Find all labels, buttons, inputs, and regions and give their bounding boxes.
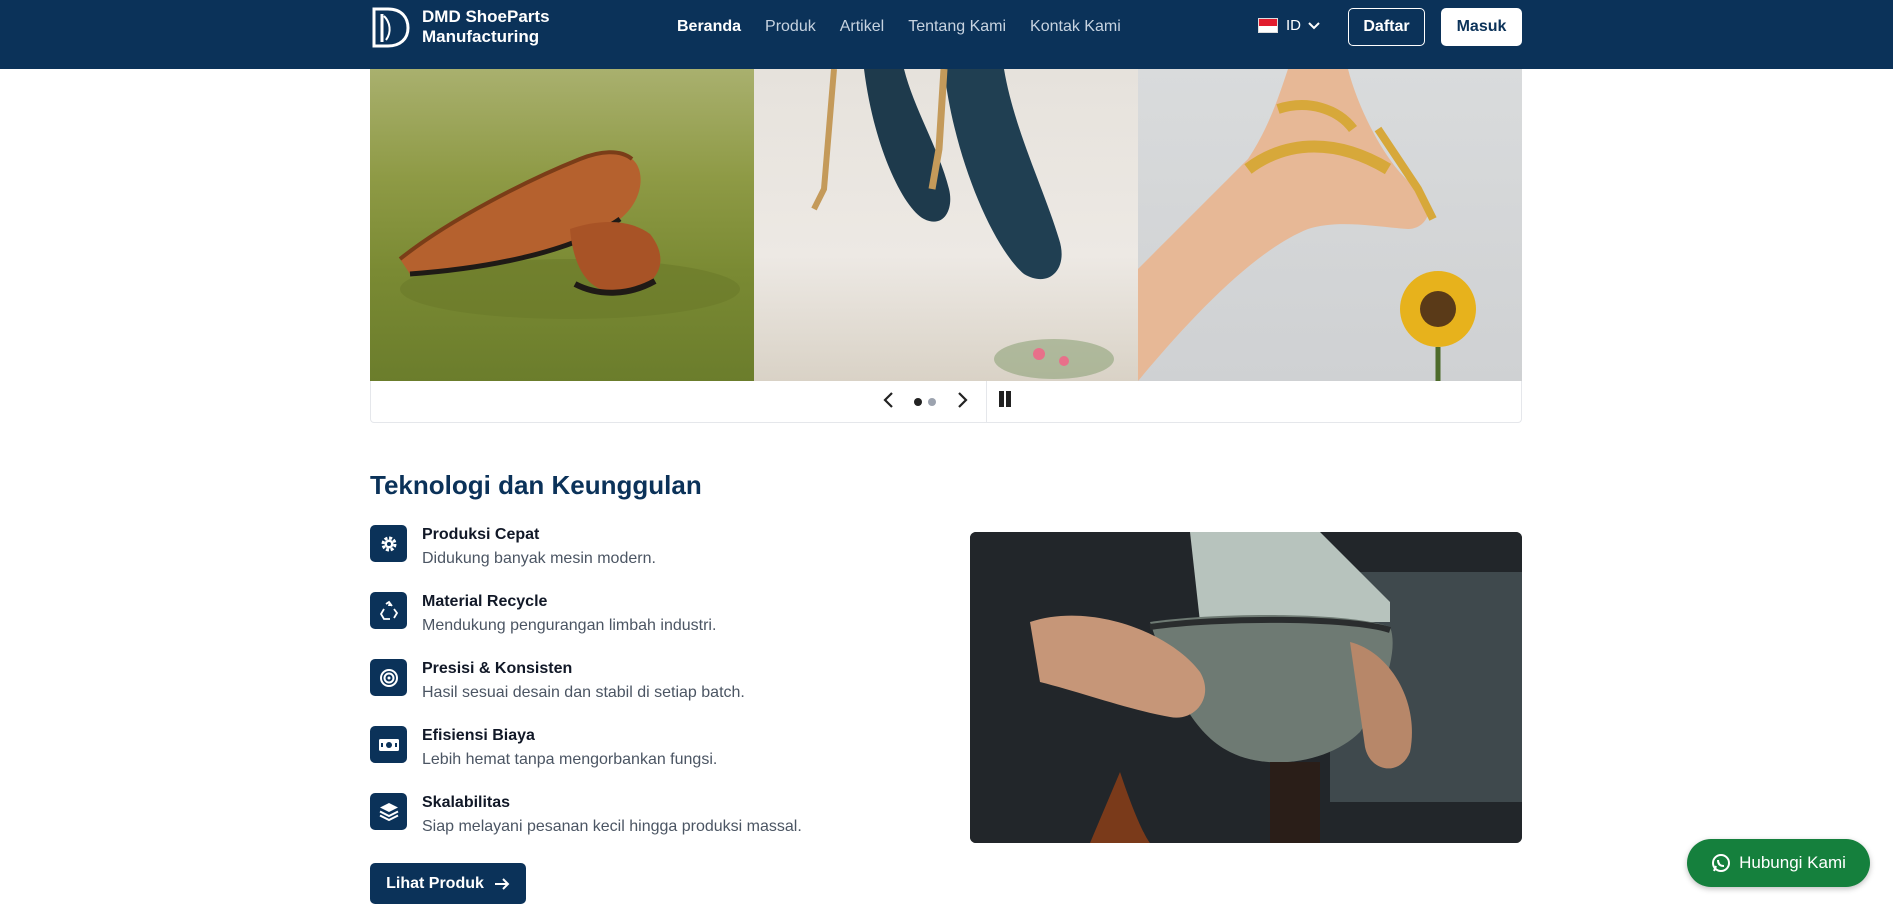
arrow-right-icon — [494, 877, 510, 890]
view-products-label: Lihat Produk — [386, 874, 484, 892]
feature-item: Produksi Cepat Didukung banyak mesin mod… — [370, 525, 930, 592]
sandal-sunflower-image — [1138, 69, 1476, 381]
chevron-left-icon — [883, 392, 893, 408]
hero-carousel — [370, 69, 1522, 381]
feature-description: Mendukung pengurangan limbah industri. — [422, 617, 717, 634]
loafer-shoes-image — [398, 150, 740, 319]
feature-title: Skalabilitas — [422, 794, 511, 811]
brand-name-line1: DMD ShoeParts — [422, 7, 550, 26]
carousel-pause-button[interactable] — [995, 390, 1015, 410]
view-products-button[interactable]: Lihat Produk — [370, 863, 526, 904]
shoe-making-image — [970, 532, 1522, 843]
carousel-next-button[interactable] — [952, 390, 972, 412]
language-selector[interactable]: ID — [1258, 17, 1321, 34]
chevron-down-icon — [1308, 21, 1320, 29]
feature-title: Presisi & Konsisten — [422, 660, 573, 677]
chevron-right-icon — [958, 392, 968, 408]
section-title: Teknologi dan Keunggulan — [370, 470, 702, 500]
feature-title: Material Recycle — [422, 593, 548, 610]
feature-item: Presisi & Konsisten Hasil sesuai desain … — [370, 659, 930, 726]
money-icon — [370, 726, 407, 763]
navbar: DMD ShoeParts Manufacturing Beranda Prod… — [0, 0, 1893, 69]
feature-item: Efisiensi Biaya Lebih hemat tanpa mengor… — [370, 726, 930, 793]
nav-item-kontak-kami[interactable]: Kontak Kami — [1030, 18, 1121, 36]
feature-description: Didukung banyak mesin modern. — [422, 550, 656, 567]
nav-item-produk[interactable]: Produk — [765, 18, 816, 36]
feature-description: Hasil sesuai desain dan stabil di setiap… — [422, 684, 745, 701]
nav-item-tentang-kami[interactable]: Tentang Kami — [908, 18, 1006, 36]
high-heels-image — [811, 69, 1114, 379]
carousel-pagination — [914, 398, 936, 406]
carousel-prev-button[interactable] — [879, 390, 899, 412]
carousel-dot-2[interactable] — [928, 398, 936, 406]
carousel-dot-1[interactable] — [914, 398, 922, 406]
carousel-slide-heels — [754, 69, 1138, 381]
controls-divider — [986, 381, 987, 423]
feature-description: Lebih hemat tanpa mengorbankan fungsi. — [422, 751, 718, 768]
nav-item-artikel[interactable]: Artikel — [840, 18, 884, 36]
layers-icon — [370, 793, 407, 830]
register-button[interactable]: Daftar — [1348, 8, 1425, 46]
main-menu: Beranda Produk Artikel Tentang Kami Kont… — [677, 0, 1145, 54]
feature-item: Skalabilitas Siap melayani pesanan kecil… — [370, 793, 930, 860]
contact-label: Hubungi Kami — [1739, 853, 1846, 872]
pause-icon — [999, 391, 1011, 407]
login-button[interactable]: Masuk — [1441, 8, 1522, 46]
carousel-slide-loafers — [370, 69, 754, 381]
brand-logo[interactable]: DMD ShoeParts Manufacturing — [370, 6, 550, 48]
feature-description: Siap melayani pesanan kecil hingga produ… — [422, 818, 802, 835]
gear-icon — [370, 525, 407, 562]
flag-indonesia-icon — [1258, 18, 1278, 33]
feature-title: Produksi Cepat — [422, 526, 540, 543]
brand-name: DMD ShoeParts Manufacturing — [422, 7, 550, 47]
nav-item-beranda[interactable]: Beranda — [677, 18, 741, 36]
language-code: ID — [1286, 17, 1301, 34]
feature-title: Efisiensi Biaya — [422, 727, 535, 744]
brand-logo-icon — [372, 7, 410, 48]
shoe-last-photo — [970, 532, 1522, 843]
whatsapp-icon — [1712, 854, 1731, 872]
feature-list: Produksi Cepat Didukung banyak mesin mod… — [370, 525, 930, 860]
target-icon — [370, 659, 407, 696]
carousel-controls — [370, 381, 1522, 423]
brand-name-line2: Manufacturing — [422, 27, 540, 46]
recycle-icon — [370, 592, 407, 629]
contact-whatsapp-button[interactable]: Hubungi Kami — [1687, 839, 1870, 887]
carousel-slide-sandals — [1138, 69, 1522, 381]
feature-item: Material Recycle Mendukung pengurangan l… — [370, 592, 930, 659]
